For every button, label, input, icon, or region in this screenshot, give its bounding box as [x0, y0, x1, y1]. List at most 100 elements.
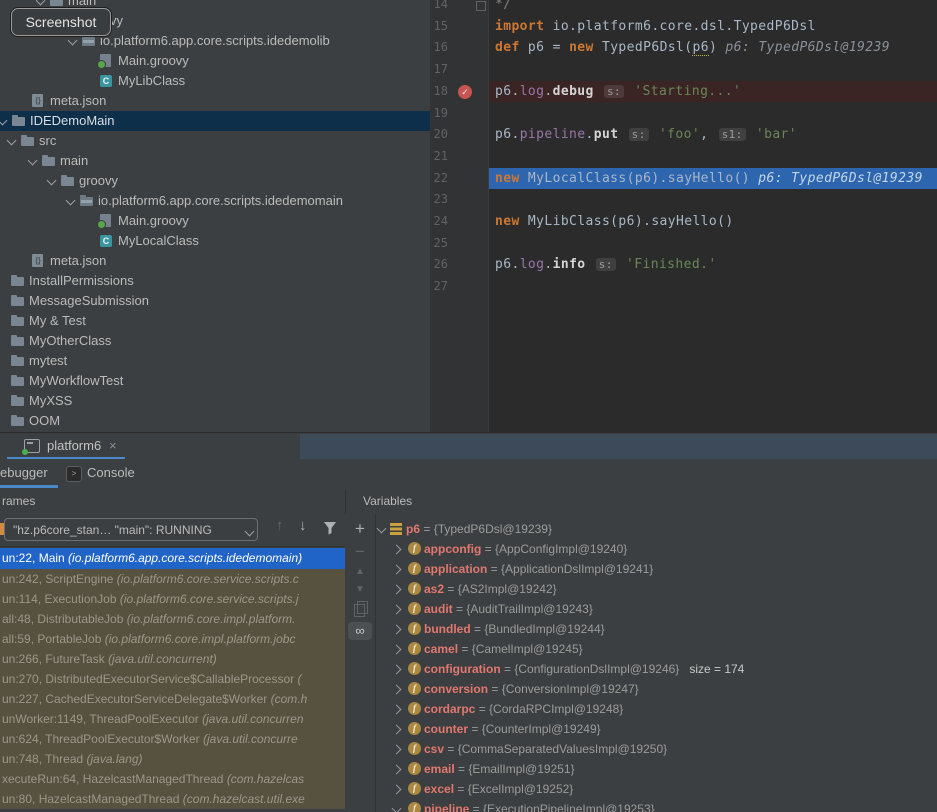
chevron-right-icon[interactable] — [392, 685, 402, 695]
chevron-right-icon[interactable] — [392, 565, 402, 575]
variable-row-configuration[interactable]: fconfiguration = {ConfigurationDslImpl@1… — [376, 659, 937, 679]
chevron-down-icon[interactable] — [7, 136, 17, 146]
tree-item-groovy[interactable]: groovy — [0, 171, 430, 191]
code-line-17[interactable] — [489, 59, 937, 81]
tree-item-src[interactable]: src — [0, 131, 430, 151]
frame-row-12[interactable]: un:80, HazelcastManagedThread (com.hazel… — [0, 789, 345, 809]
chevron-down-icon[interactable] — [68, 36, 78, 46]
code-line-24[interactable]: new MyLibClass(p6).sayHello() — [489, 211, 937, 233]
chevron-down-icon[interactable] — [377, 524, 387, 534]
variable-row-as2[interactable]: fas2 = {AS2Impl@19242} — [376, 579, 937, 599]
tree-item-installpermissions[interactable]: InstallPermissions — [0, 271, 430, 291]
frame-row-0[interactable]: un:22, Main (io.platform6.app.core.scrip… — [0, 548, 345, 569]
editor-gutter[interactable]: 1415161718✓192021222324252627 — [430, 0, 489, 432]
tree-item-myotherclass[interactable]: MyOtherClass — [0, 331, 430, 351]
variable-row-email[interactable]: femail = {EmailImpl@19251} — [376, 759, 937, 779]
code-line-22[interactable]: new MyLocalClass(p6).sayHello() p6: Type… — [489, 168, 937, 190]
chevron-down-icon[interactable] — [36, 0, 46, 5]
tree-item-main-groovy[interactable]: Main.groovy — [0, 211, 430, 231]
next-frame-icon[interactable]: ↓ — [299, 517, 307, 534]
tree-item-myxss[interactable]: MyXSS — [0, 391, 430, 411]
code-line-15[interactable]: import io.platform6.core.dsl.TypedP6Dsl — [489, 16, 937, 38]
chevron-right-icon[interactable] — [392, 585, 402, 595]
chevron-right-icon[interactable] — [392, 645, 402, 655]
tree-item-mylibclass[interactable]: CMyLibClass — [0, 71, 430, 91]
variable-row-bundled[interactable]: fbundled = {BundledImpl@19244} — [376, 619, 937, 639]
breakpoint-icon[interactable]: ✓ — [458, 85, 472, 99]
frame-row-10[interactable]: un:748, Thread (java.lang) — [0, 749, 345, 769]
move-down-icon[interactable]: ▼ — [345, 584, 375, 595]
code-line-16[interactable]: def p6 = new TypedP6Dsl(p6) p6: TypedP6D… — [489, 37, 937, 59]
variable-row-camel[interactable]: fcamel = {CamelImpl@19245} — [376, 639, 937, 659]
variable-row-cordarpc[interactable]: fcordarpc = {CordaRPCImpl@19248} — [376, 699, 937, 719]
code-line-18[interactable]: p6.log.debug s: 'Starting...' — [489, 81, 937, 103]
code-line-19[interactable] — [489, 103, 937, 125]
variable-row-pipeline[interactable]: fpipeline = {ExecutionPipelineImpl@19253… — [376, 799, 937, 812]
screenshot-button[interactable]: Screenshot — [11, 8, 111, 36]
tree-item-messagesubmission[interactable]: MessageSubmission — [0, 291, 430, 311]
chevron-right-icon[interactable] — [392, 545, 402, 555]
remove-watch-icon[interactable]: − — [345, 542, 375, 562]
tree-item-mytest[interactable]: mytest — [0, 351, 430, 371]
frame-row-3[interactable]: all:48, DistributableJob (io.platform6.c… — [0, 609, 345, 629]
variable-row-appconfig[interactable]: fappconfig = {AppConfigImpl@19240} — [376, 539, 937, 559]
chevron-down-icon[interactable] — [66, 196, 76, 206]
chevron-down-icon[interactable] — [28, 156, 38, 166]
thread-selector-dropdown[interactable]: "hz.p6core_stan… "main": RUNNING — [4, 518, 258, 541]
variable-row-csv[interactable]: fcsv = {CommaSeparatedValuesImpl@19250} — [376, 739, 937, 759]
code-line-21[interactable] — [489, 146, 937, 168]
code-editor[interactable]: 1415161718✓192021222324252627 */import i… — [430, 0, 937, 432]
variable-row-audit[interactable]: faudit = {AuditTrailImpl@19243} — [376, 599, 937, 619]
code-line-20[interactable]: p6.pipeline.put s: 'foo', s1: 'bar' — [489, 124, 937, 146]
tree-item-meta-json[interactable]: {;}meta.json — [0, 91, 430, 111]
tree-item-mylocalclass[interactable]: CMyLocalClass — [0, 231, 430, 251]
tab-platform6[interactable]: platform6 × — [7, 433, 125, 460]
chevron-right-icon[interactable] — [392, 745, 402, 755]
chevron-down-icon[interactable] — [47, 176, 57, 186]
frame-row-7[interactable]: un:227, CachedExecutorServiceDelegate$Wo… — [0, 689, 345, 709]
tree-item-idedemomain[interactable]: IDEDemoMain — [0, 111, 430, 131]
previous-frame-icon[interactable]: ↑ — [276, 517, 284, 534]
code-line-27[interactable] — [489, 276, 937, 298]
variable-row-counter[interactable]: fcounter = {CounterImpl@19249} — [376, 719, 937, 739]
code-line-25[interactable] — [489, 233, 937, 255]
chevron-down-icon[interactable] — [0, 116, 7, 126]
tree-item-myworkflowtest[interactable]: MyWorkflowTest — [0, 371, 430, 391]
frame-row-6[interactable]: un:270, DistributedExecutorService$Calla… — [0, 669, 345, 689]
chevron-right-icon[interactable] — [392, 665, 402, 675]
show-watches-icon[interactable]: ∞ — [348, 622, 372, 640]
close-icon[interactable]: × — [109, 433, 117, 458]
filter-frames-icon[interactable] — [322, 520, 338, 541]
add-watch-icon[interactable]: + — [345, 519, 375, 539]
tree-item-main[interactable]: main — [0, 151, 430, 171]
tree-item-io-platform6-app-core-scripts-idedemomain[interactable]: io.platform6.app.core.scripts.idedemomai… — [0, 191, 430, 211]
frame-row-8[interactable]: unWorker:1149, ThreadPoolExecutor (java.… — [0, 709, 345, 729]
code-line-23[interactable] — [489, 189, 937, 211]
chevron-down-icon[interactable] — [392, 804, 402, 812]
variable-row-excel[interactable]: fexcel = {ExcelImpl@19252} — [376, 779, 937, 799]
code-line-26[interactable]: p6.log.info s: 'Finished.' — [489, 254, 937, 276]
chevron-right-icon[interactable] — [392, 725, 402, 735]
chevron-right-icon[interactable] — [392, 705, 402, 715]
frame-row-1[interactable]: un:242, ScriptEngine (io.platform6.core.… — [0, 569, 345, 589]
variable-row-conversion[interactable]: fconversion = {ConversionImpl@19247} — [376, 679, 937, 699]
chevron-right-icon[interactable] — [392, 785, 402, 795]
frame-row-2[interactable]: un:114, ExecutionJob (io.platform6.core.… — [0, 589, 345, 609]
tree-item-main-groovy[interactable]: Main.groovy — [0, 51, 430, 71]
frame-row-5[interactable]: un:266, FutureTask (java.util.concurrent… — [0, 649, 345, 669]
tree-item-my-test[interactable]: My & Test — [0, 311, 430, 331]
duplicate-watch-icon[interactable] — [354, 604, 365, 617]
tree-item-meta-json[interactable]: {;}meta.json — [0, 251, 430, 271]
chevron-right-icon[interactable] — [392, 625, 402, 635]
variable-row-application[interactable]: fapplication = {ApplicationDslImpl@19241… — [376, 559, 937, 579]
code-line-14[interactable]: */ — [489, 0, 937, 16]
frame-row-4[interactable]: all:59, PortableJob (io.platform6.core.i… — [0, 629, 345, 649]
chevron-right-icon[interactable] — [392, 765, 402, 775]
frame-row-11[interactable]: xecuteRun:64, HazelcastManagedThread (co… — [0, 769, 345, 789]
frame-row-9[interactable]: un:624, ThreadPoolExecutor$Worker (java.… — [0, 729, 345, 749]
fold-marker-icon[interactable] — [476, 1, 486, 11]
move-up-icon[interactable]: ▲ — [345, 566, 375, 577]
chevron-right-icon[interactable] — [392, 605, 402, 615]
editor-code-area[interactable]: */import io.platform6.core.dsl.TypedP6Ds… — [489, 0, 937, 432]
variable-row-p6[interactable]: p6 = {TypedP6Dsl@19239} — [376, 519, 937, 539]
